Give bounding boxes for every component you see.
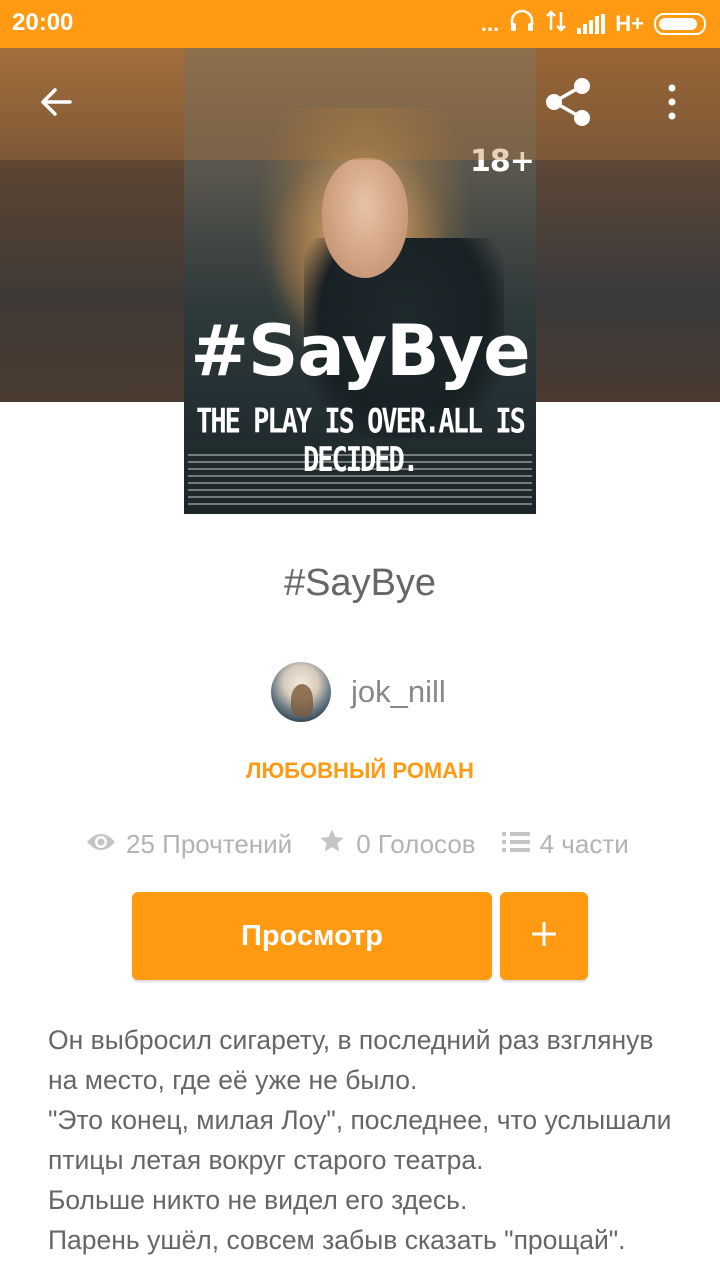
- list-icon: [501, 829, 530, 860]
- more-vert-icon: [666, 84, 678, 125]
- toolbar: [0, 48, 720, 160]
- add-to-library-button[interactable]: [500, 892, 588, 980]
- reads-stat: 25 Прочтений: [86, 829, 292, 860]
- headphones-icon: [509, 9, 535, 39]
- signal-icon: [577, 14, 606, 34]
- votes-stat: 0 Голосов: [318, 827, 476, 862]
- status-dots: ...: [480, 11, 500, 36]
- story-stats: 25 Прочтений 0 Голосов 4 части: [86, 822, 629, 866]
- more-options-button[interactable]: [644, 76, 700, 132]
- story-title: #SayBye: [283, 562, 437, 604]
- description-line: Парень ушёл, совсем забыв сказать "проща…: [48, 1225, 626, 1255]
- share-icon: [542, 76, 594, 133]
- votes-count: 0 Голосов: [356, 828, 476, 859]
- author-avatar[interactable]: [271, 662, 331, 722]
- description-line: Больше никто не видел его здесь.: [48, 1185, 468, 1215]
- data-transfer-icon: [545, 9, 567, 39]
- eye-icon: [86, 829, 116, 860]
- arrow-left-icon: [38, 84, 74, 125]
- plus-icon: [529, 919, 559, 954]
- author-row[interactable]: jok_nill: [271, 662, 446, 722]
- description-line: "Это конец, милая Лоу", последнее, что у…: [48, 1105, 672, 1175]
- battery-icon: [654, 13, 706, 35]
- cover-fine-print: [188, 454, 532, 510]
- status-bar: 20:00 ... H+: [0, 0, 720, 48]
- parts-count: 4 части: [539, 828, 629, 859]
- read-button[interactable]: Просмотр: [132, 892, 492, 980]
- story-description: Он выбросил сигарету, в последний раз вз…: [48, 1020, 688, 1260]
- status-icons: ... H+: [481, 8, 706, 40]
- author-name[interactable]: jok_nill: [351, 674, 446, 710]
- cover-photo-face: [322, 158, 408, 278]
- parts-stat: 4 части: [501, 828, 629, 860]
- network-type: H+: [615, 11, 644, 36]
- share-button[interactable]: [540, 76, 596, 132]
- back-button[interactable]: [28, 76, 84, 132]
- star-icon: [318, 827, 346, 862]
- cover-title: #SayBye: [190, 310, 530, 392]
- reads-count: 25 Прочтений: [126, 828, 293, 859]
- status-time: 20:00: [12, 9, 74, 36]
- description-line: Он выбросил сигарету, в последний раз вз…: [48, 1025, 654, 1095]
- story-category[interactable]: ЛЮБОВНЫЙ РОМАН: [0, 758, 720, 784]
